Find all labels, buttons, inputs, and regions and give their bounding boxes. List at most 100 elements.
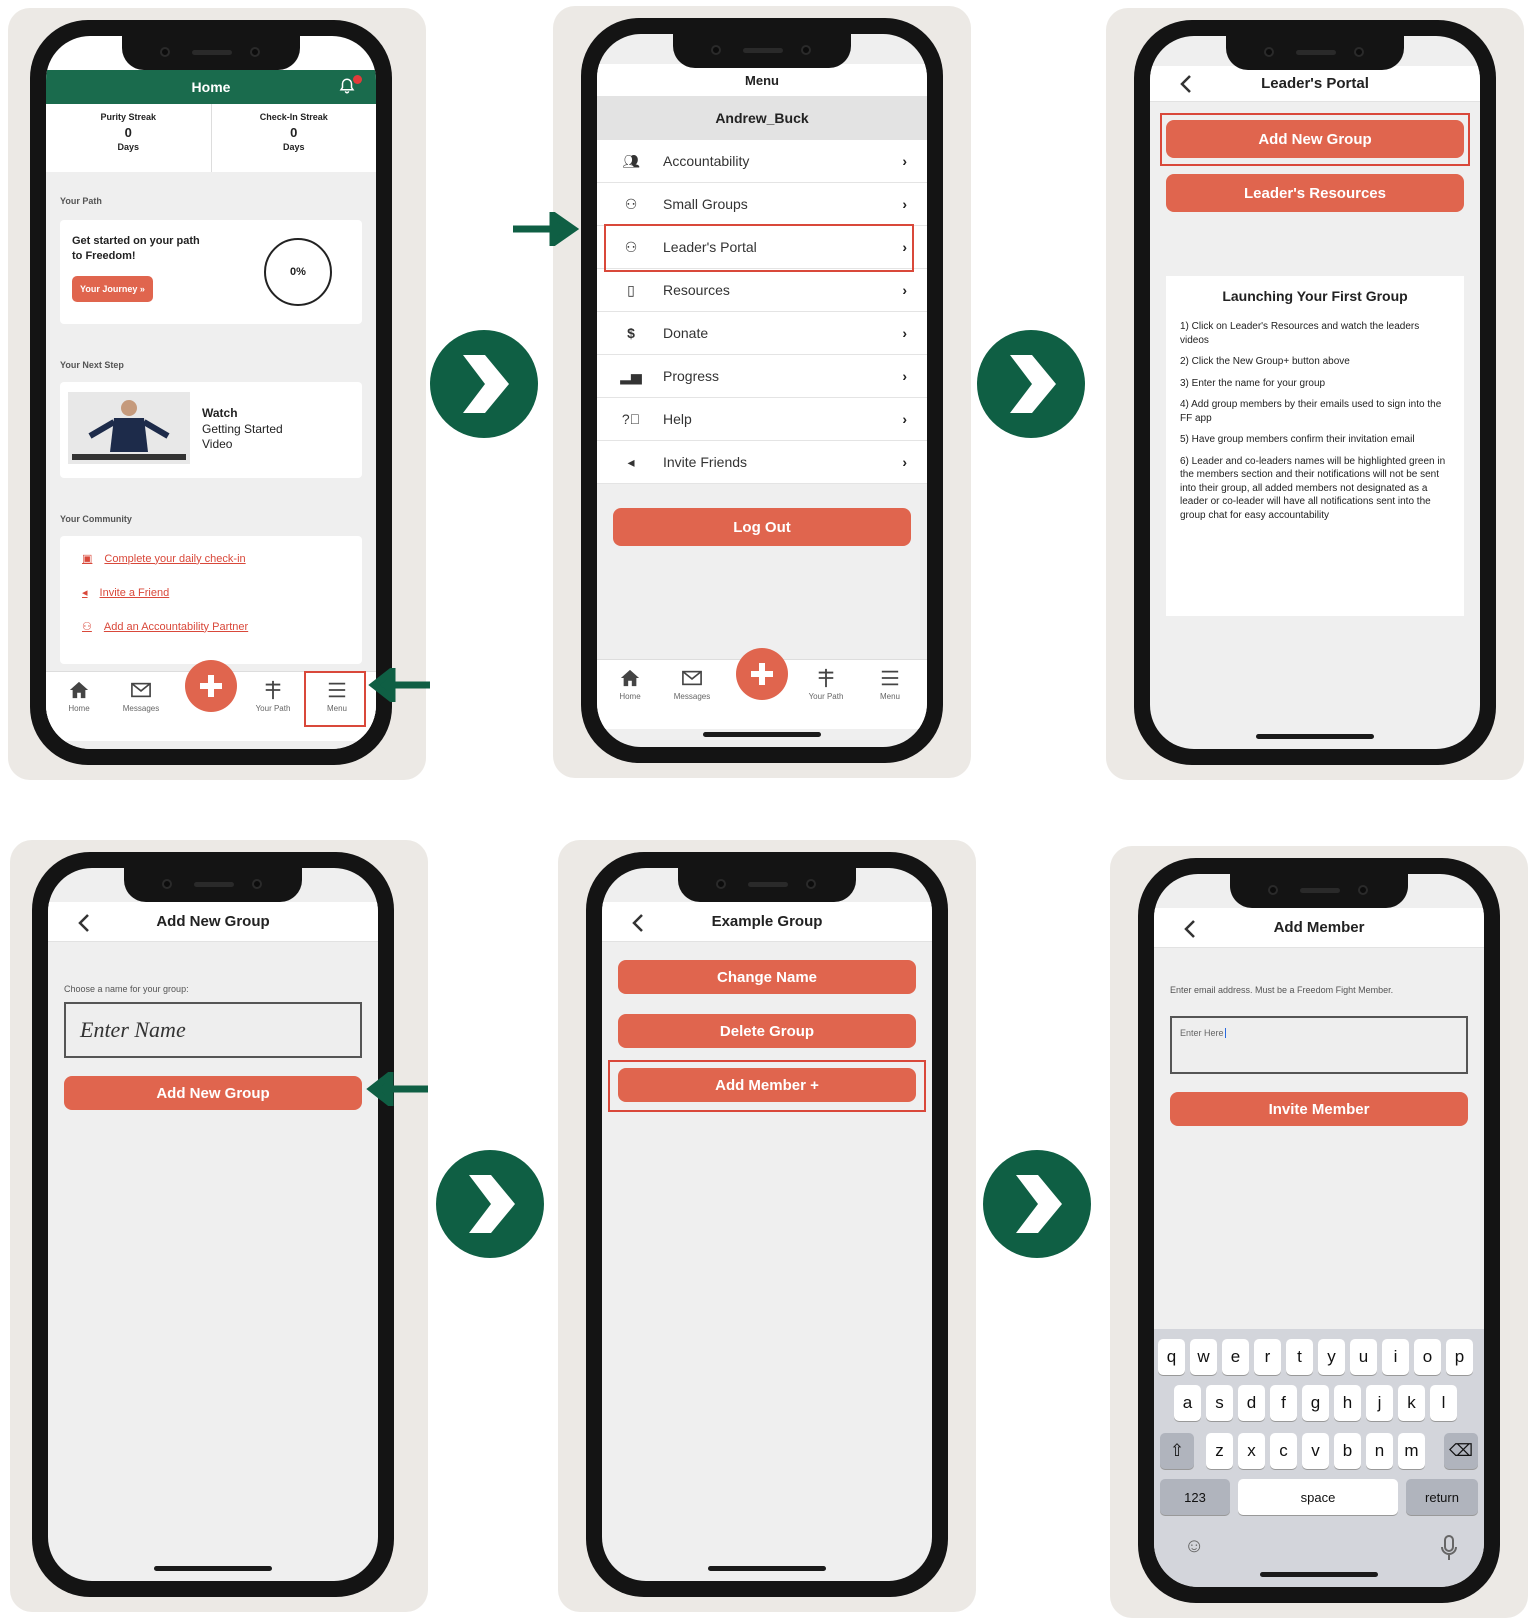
page-title: Add New Group <box>156 913 270 930</box>
next-step-circle <box>977 330 1085 438</box>
key-a[interactable]: a <box>1174 1385 1201 1421</box>
key-j[interactable]: j <box>1366 1385 1393 1421</box>
microphone-icon[interactable] <box>1440 1535 1458 1561</box>
menu-label: Help <box>663 411 692 427</box>
header: Leader's Portal <box>1150 66 1480 102</box>
key-s[interactable]: s <box>1206 1385 1233 1421</box>
menu-item-help[interactable]: ?⃝ Help › <box>597 398 927 441</box>
tab-messages[interactable]: Messages <box>663 668 721 701</box>
menu-label: Resources <box>663 282 730 298</box>
instruction-step: 3) Enter the name for your group <box>1180 377 1326 389</box>
delete-group-button[interactable]: Delete Group <box>618 1014 916 1048</box>
tab-your-path[interactable]: Your Path <box>244 680 302 713</box>
key-y[interactable]: y <box>1318 1339 1345 1375</box>
screen: Leader's Portal Add New Group Leader's R… <box>1150 36 1480 749</box>
dollar-icon: $ <box>627 325 635 341</box>
phone-frame: Add New Group Choose a name for your gro… <box>32 852 394 1597</box>
panel-add-new-group: Add New Group Choose a name for your gro… <box>10 840 428 1612</box>
next-step-card[interactable]: Watch Getting Started Video <box>60 382 362 478</box>
calendar-icon: ▣ <box>82 553 93 565</box>
phone-notch <box>124 868 302 902</box>
header: Example Group <box>602 902 932 942</box>
purity-streak: Purity Streak 0 Days <box>46 104 212 172</box>
path-card-text: Get started on your path to Freedom! <box>72 235 200 262</box>
key-z[interactable]: z <box>1206 1433 1233 1469</box>
chevron-left-icon[interactable] <box>628 912 650 934</box>
tab-your-path[interactable]: Your Path <box>797 668 855 701</box>
emoji-icon[interactable]: ☺ <box>1184 1535 1204 1558</box>
add-button[interactable] <box>185 660 237 712</box>
tab-menu[interactable]: Menu <box>861 668 919 701</box>
menu-item-donate[interactable]: $ Donate › <box>597 312 927 355</box>
community-link-checkin[interactable]: ▣ Complete your daily check-in <box>82 552 246 566</box>
menu-item-resources[interactable]: ▯ Resources › <box>597 269 927 312</box>
shift-key[interactable]: ⇧ <box>1160 1433 1194 1469</box>
menu-item-progress[interactable]: ▂▅ Progress › <box>597 355 927 398</box>
community-link-partner[interactable]: ⚇ Add an Accountability Partner <box>82 620 248 634</box>
page-title: Menu <box>597 64 927 96</box>
document-icon: ▯ <box>627 281 635 298</box>
group-name-input[interactable]: Enter Name <box>64 1002 362 1058</box>
pointer-arrow-icon <box>366 1072 428 1106</box>
key-o[interactable]: o <box>1414 1339 1441 1375</box>
key-c[interactable]: c <box>1270 1433 1297 1469</box>
key-i[interactable]: i <box>1382 1339 1409 1375</box>
numbers-key[interactable]: 123 <box>1160 1479 1230 1515</box>
invite-member-button[interactable]: Invite Member <box>1170 1092 1468 1126</box>
phone-notch <box>1230 874 1408 908</box>
key-r[interactable]: r <box>1254 1339 1281 1375</box>
community-link-invite[interactable]: ◂ Invite a Friend <box>82 586 169 600</box>
next-step-circle <box>430 330 538 438</box>
video-watch: Watch <box>202 406 238 420</box>
key-h[interactable]: h <box>1334 1385 1361 1421</box>
menu-item-accountability[interactable]: 👥︎ Accountability › <box>597 140 927 183</box>
page-title: Add Member <box>1273 919 1365 936</box>
menu-item-small-groups[interactable]: ⚇ Small Groups › <box>597 183 927 226</box>
video-thumbnail[interactable] <box>68 392 190 464</box>
chart-icon: ▂▅ <box>620 367 642 384</box>
key-t[interactable]: t <box>1286 1339 1313 1375</box>
space-key[interactable]: space <box>1238 1479 1398 1515</box>
envelope-icon <box>131 682 151 698</box>
key-e[interactable]: e <box>1222 1339 1249 1375</box>
add-new-group-button[interactable]: Add New Group <box>64 1076 362 1110</box>
menu-item-invite-friends[interactable]: ◂ Invite Friends › <box>597 441 927 484</box>
key-w[interactable]: w <box>1190 1339 1217 1375</box>
page-title: Home <box>191 79 231 95</box>
change-name-button[interactable]: Change Name <box>618 960 916 994</box>
email-field[interactable]: Enter Here <box>1170 1016 1468 1074</box>
instructions-title: Launching Your First Group <box>1222 288 1408 304</box>
leaders-resources-button[interactable]: Leader's Resources <box>1166 174 1464 212</box>
key-l[interactable]: l <box>1430 1385 1457 1421</box>
tab-messages[interactable]: Messages <box>112 680 170 713</box>
key-f[interactable]: f <box>1270 1385 1297 1421</box>
chevron-left-icon[interactable] <box>74 912 96 934</box>
logout-button[interactable]: Log Out <box>613 508 911 546</box>
key-x[interactable]: x <box>1238 1433 1265 1469</box>
key-q[interactable]: q <box>1158 1339 1185 1375</box>
key-u[interactable]: u <box>1350 1339 1377 1375</box>
tab-home[interactable]: Home <box>601 668 659 701</box>
plus-icon <box>751 663 773 685</box>
screen: Home Purity Streak 0 Days Check-In Strea… <box>46 36 376 749</box>
key-n[interactable]: n <box>1366 1433 1393 1469</box>
email-field-text: Enter Here <box>1180 1028 1224 1038</box>
key-v[interactable]: v <box>1302 1433 1329 1469</box>
key-b[interactable]: b <box>1334 1433 1361 1469</box>
key-d[interactable]: d <box>1238 1385 1265 1421</box>
add-button[interactable] <box>736 648 788 700</box>
key-g[interactable]: g <box>1302 1385 1329 1421</box>
chevron-left-icon[interactable] <box>1176 73 1198 95</box>
video-person-icon <box>72 400 186 460</box>
tab-home[interactable]: Home <box>50 680 108 713</box>
home-indicator <box>708 1566 826 1571</box>
chevron-left-icon[interactable] <box>1180 918 1202 940</box>
backspace-key[interactable]: ⌫ <box>1444 1433 1478 1469</box>
panel-menu: Menu Andrew_Buck 👥︎ Accountability › ⚇ Smal… <box>513 6 971 778</box>
journey-button[interactable]: Your Journey » <box>72 276 153 302</box>
key-k[interactable]: k <box>1398 1385 1425 1421</box>
return-key[interactable]: return <box>1406 1479 1478 1515</box>
phone-frame: Add Member Enter email address. Must be … <box>1138 858 1500 1603</box>
key-m[interactable]: m <box>1398 1433 1425 1469</box>
key-p[interactable]: p <box>1446 1339 1473 1375</box>
